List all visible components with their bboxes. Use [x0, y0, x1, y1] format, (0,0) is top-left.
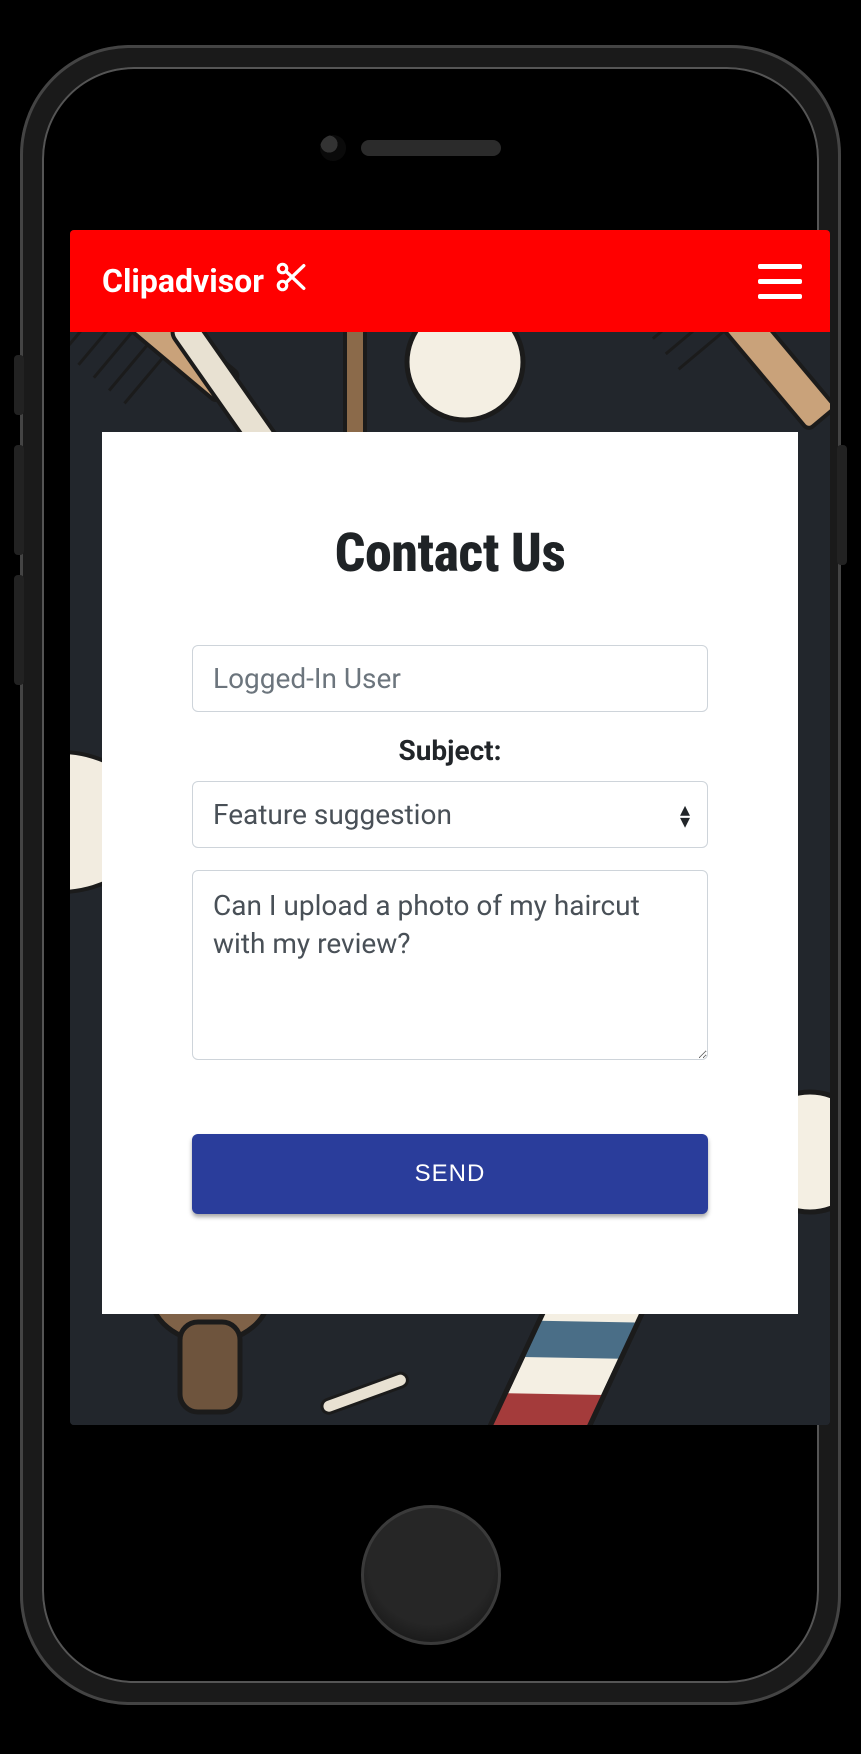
message-textarea[interactable]	[192, 870, 708, 1060]
phone-mute-switch	[14, 355, 24, 415]
phone-volume-up	[14, 445, 24, 555]
phone-home-button	[361, 1505, 501, 1645]
page-title: Contact Us	[192, 522, 708, 585]
contact-card: Contact Us Subject: Feature suggestion ▴…	[102, 432, 798, 1314]
scissors-icon	[274, 260, 308, 302]
phone-front-camera	[320, 135, 346, 161]
brand-name: Clipadvisor	[102, 262, 264, 300]
content-background: Contact Us Subject: Feature suggestion ▴…	[70, 332, 830, 1425]
brand[interactable]: Clipadvisor	[102, 260, 308, 302]
phone-power-button	[837, 445, 847, 565]
phone-frame: Clipadvisor	[20, 45, 841, 1705]
menu-icon[interactable]	[758, 264, 802, 299]
subject-label: Subject:	[192, 734, 708, 767]
app-header: Clipadvisor	[70, 230, 830, 332]
send-button[interactable]: SEND	[192, 1134, 708, 1214]
subject-select[interactable]: Feature suggestion	[192, 781, 708, 848]
phone-screen: Clipadvisor	[70, 230, 830, 1425]
phone-volume-down	[14, 575, 24, 685]
phone-earpiece	[361, 140, 501, 156]
user-field[interactable]	[192, 645, 708, 712]
